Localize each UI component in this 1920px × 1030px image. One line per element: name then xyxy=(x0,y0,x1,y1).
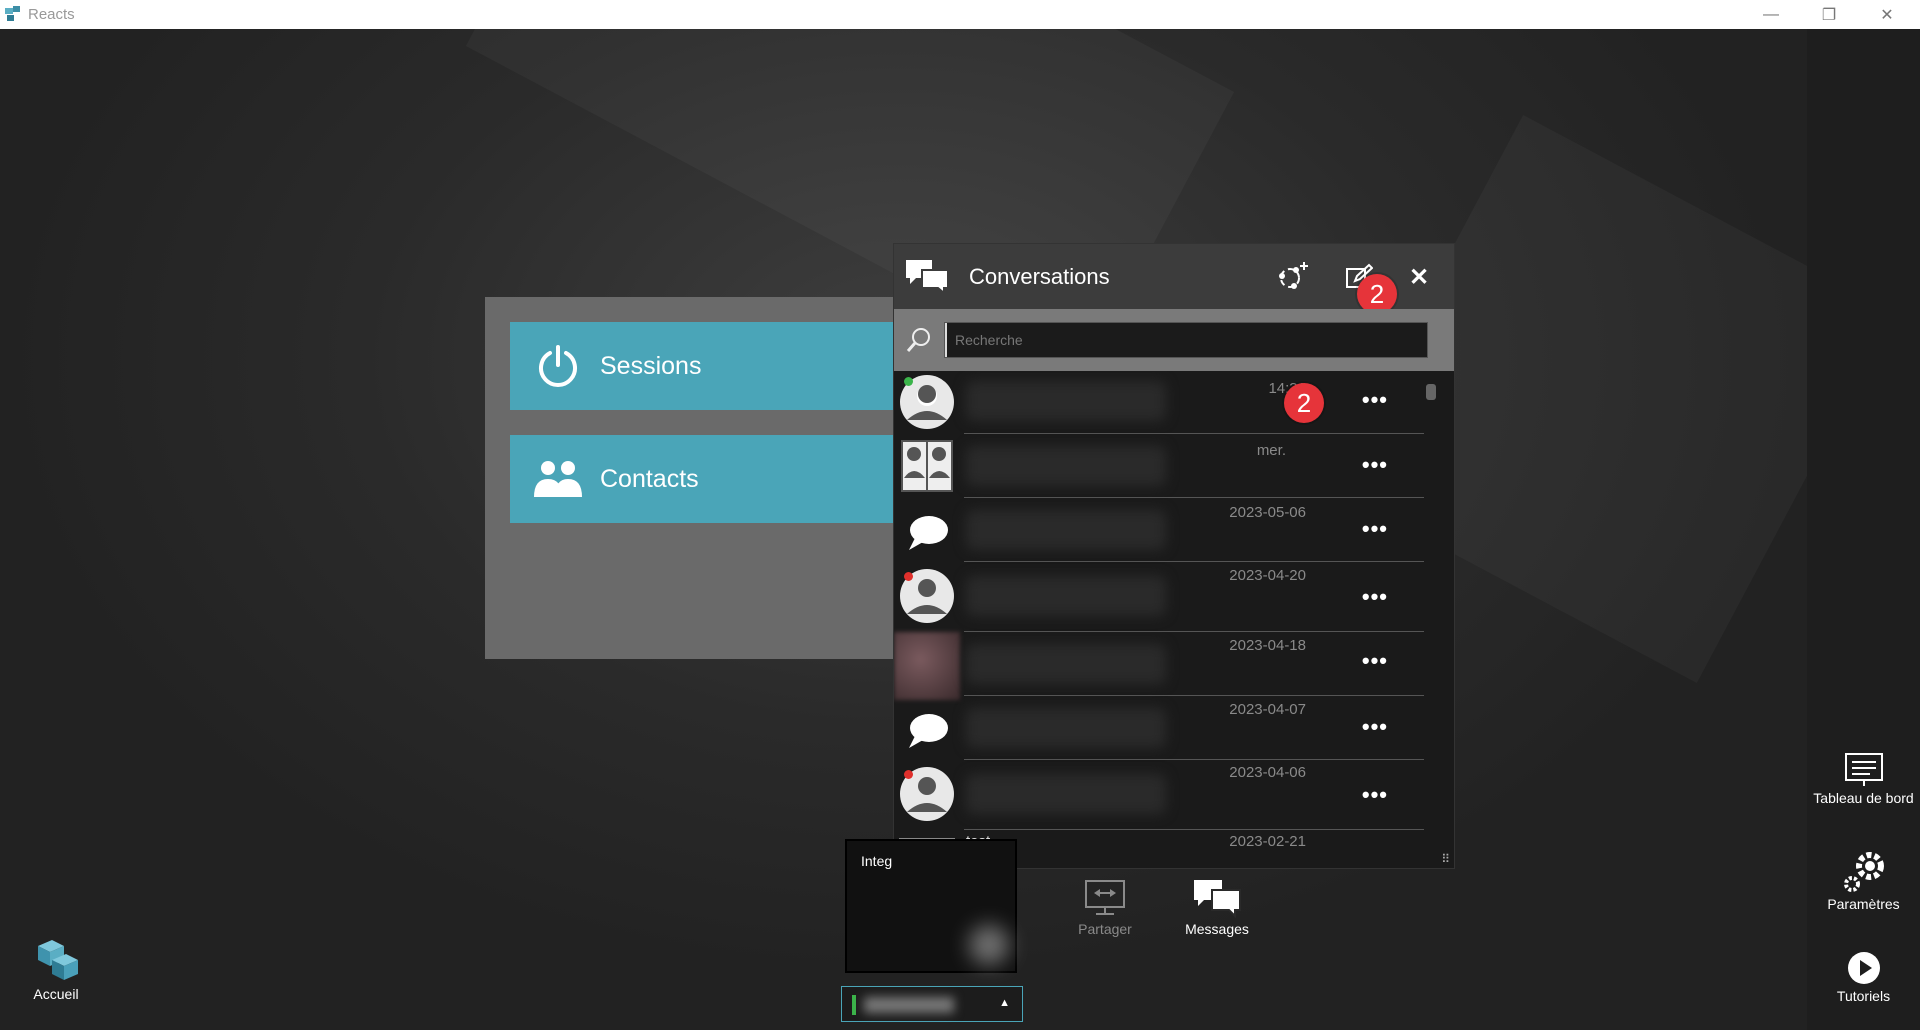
more-options-button[interactable]: ••• xyxy=(1362,452,1388,478)
conversation-item[interactable]: mer. ••• xyxy=(894,434,1424,498)
search-icon xyxy=(904,325,934,355)
sessions-label: Sessions xyxy=(600,351,702,380)
window-title: Reacts xyxy=(28,6,75,23)
contact-name-blurred xyxy=(966,510,1166,550)
settings-button[interactable]: Paramètres xyxy=(1807,848,1920,912)
conversations-panel: Conversations ✕ 2 14:31 2 ••• xyxy=(893,243,1455,869)
contact-name-blurred xyxy=(966,576,1166,616)
chat-bubble-icon xyxy=(909,714,948,748)
dashboard-icon xyxy=(1807,750,1920,790)
sessions-tile[interactable]: Sessions xyxy=(510,322,895,410)
conversation-time: 2023-05-06 xyxy=(1229,504,1306,521)
caret-up-icon: ▲ xyxy=(999,997,1010,1009)
close-panel-icon[interactable]: ✕ xyxy=(1404,262,1434,292)
home-panel: Sessions Contacts xyxy=(485,297,895,659)
conversation-item[interactable]: 2023-04-06 ••• xyxy=(894,760,1424,830)
search-bar xyxy=(894,309,1454,371)
chat-bubble-icon xyxy=(909,516,948,550)
resize-grip[interactable]: ⠿ xyxy=(1441,852,1450,866)
contact-name-blurred xyxy=(966,446,1166,486)
dashboard-button[interactable]: Tableau de bord xyxy=(1807,750,1920,806)
photo-avatar xyxy=(894,632,960,700)
share-button[interactable]: Partager xyxy=(1070,875,1140,937)
contacts-tile[interactable]: Contacts xyxy=(510,435,895,523)
minimize-button[interactable]: — xyxy=(1748,0,1794,29)
search-input[interactable] xyxy=(945,323,1427,357)
gear-icon xyxy=(1807,848,1920,896)
conversations-header: Conversations ✕ 2 xyxy=(894,244,1454,314)
conversations-title: Conversations xyxy=(969,264,1110,289)
contact-name-blurred xyxy=(966,381,1166,421)
more-options-button[interactable]: ••• xyxy=(1362,387,1388,413)
busy-status-dot xyxy=(904,770,913,779)
more-options-button[interactable]: ••• xyxy=(1362,584,1388,610)
home-label: Accueil xyxy=(33,986,79,1002)
home-button[interactable]: Accueil xyxy=(26,936,86,1002)
conversation-time: 2023-04-06 xyxy=(1229,764,1306,781)
conversation-item[interactable]: 2023-04-18 ••• xyxy=(894,632,1424,700)
conversation-time: 2023-04-07 xyxy=(1229,701,1306,718)
conversation-list[interactable]: 14:31 2 ••• mer. ••• 2023-05-06 ••• 2023… xyxy=(894,371,1439,868)
online-status-dot xyxy=(904,377,913,386)
share-label: Partager xyxy=(1078,921,1132,937)
status-selector[interactable]: ▲ xyxy=(841,986,1023,1022)
more-options-button[interactable]: ••• xyxy=(1362,782,1388,808)
search-field xyxy=(944,322,1428,358)
share-screen-icon xyxy=(1075,875,1135,921)
online-indicator xyxy=(852,995,856,1015)
contact-name-blurred xyxy=(966,708,1166,748)
conversation-item[interactable]: 2023-04-07 ••• xyxy=(894,696,1424,760)
conversation-item[interactable]: 14:31 2 ••• xyxy=(894,371,1424,434)
contact-name-blurred xyxy=(966,644,1166,684)
dashboard-label: Tableau de bord xyxy=(1813,790,1914,806)
scrollbar-thumb[interactable] xyxy=(1426,384,1436,400)
conversation-item[interactable]: 2023-05-06 ••• xyxy=(894,498,1424,562)
tutorials-button[interactable]: Tutoriels xyxy=(1807,948,1920,1004)
tutorials-label: Tutoriels xyxy=(1836,988,1891,1004)
contacts-icon xyxy=(528,449,588,509)
more-options-button[interactable]: ••• xyxy=(1362,648,1388,674)
conversation-time: 2023-04-20 xyxy=(1229,567,1306,584)
conversation-time: 2023-02-21 xyxy=(1229,833,1306,850)
new-group-icon[interactable] xyxy=(1276,260,1312,292)
close-window-button[interactable]: ✕ xyxy=(1864,0,1910,29)
group-avatar-icon xyxy=(901,440,953,492)
more-options-button[interactable]: ••• xyxy=(1362,516,1388,542)
restore-button[interactable]: ❐ xyxy=(1806,0,1852,29)
title-bar: Reacts — ❐ ✕ xyxy=(0,0,1920,29)
app-logo-icon xyxy=(5,6,20,21)
busy-status-dot xyxy=(904,572,913,581)
contacts-label: Contacts xyxy=(600,464,699,493)
session-preview[interactable]: Integ xyxy=(845,839,1017,973)
conversations-icon xyxy=(904,257,950,295)
power-icon xyxy=(528,336,588,396)
home-logo-icon xyxy=(26,936,86,986)
conversation-time: mer. xyxy=(1256,442,1286,459)
preview-label: Integ xyxy=(861,853,893,869)
messages-icon xyxy=(1187,875,1247,921)
messages-button[interactable]: Messages xyxy=(1180,875,1254,937)
compose-badge: 2 xyxy=(1357,274,1397,314)
contact-name-blurred xyxy=(966,774,1166,814)
messages-label: Messages xyxy=(1185,921,1249,937)
more-options-button[interactable]: ••• xyxy=(1362,714,1388,740)
preview-blurred-content xyxy=(969,925,1009,965)
selector-name-blurred xyxy=(864,997,954,1013)
conversation-time: 2023-04-18 xyxy=(1229,637,1306,654)
unread-badge: 2 xyxy=(1284,383,1324,423)
conversation-item[interactable]: 2023-04-20 ••• xyxy=(894,562,1424,632)
play-icon xyxy=(1807,948,1920,988)
settings-label: Paramètres xyxy=(1827,896,1900,912)
